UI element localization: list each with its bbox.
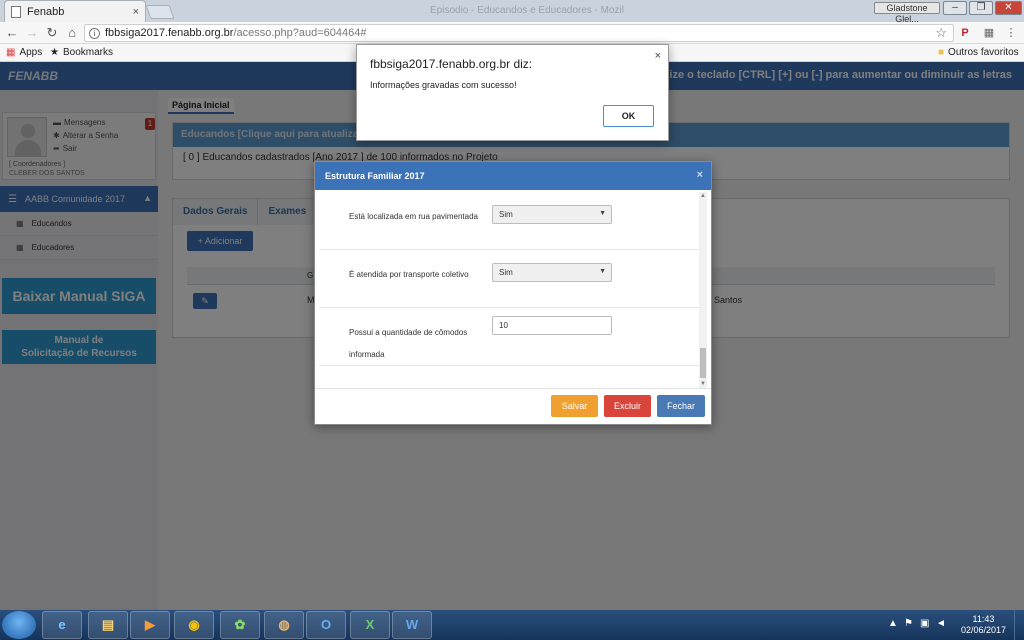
close-window-button[interactable]: ✕ [995,1,1022,15]
modal-title: Estrutura Familiar 2017 [325,171,425,181]
modal-footer: Salvar Excluir Fechar [315,388,711,424]
app-icon[interactable]: ◍ [264,611,304,639]
browser-tabstrip: Fenabb × Episodio - Educandos e Educador… [0,0,1024,24]
field-label: Possui a quantidade de cômodos informada [349,328,468,359]
address-bar: ← → ↻ ⌂ i fbbsiga2017.fenabb.org.br/aces… [0,22,1024,44]
scroll-down-icon[interactable]: ▼ [700,381,706,387]
home-icon[interactable]: ⌂ [64,25,80,40]
picasa-icon[interactable]: ✿ [220,611,260,639]
select-value: Sim [499,268,513,277]
tab-close-icon[interactable]: × [133,6,139,18]
extension-icon[interactable]: ▦ [982,26,996,40]
ie-icon[interactable]: e [42,611,82,639]
profile-chip[interactable]: Gladstone Glel... [874,2,940,24]
minimize-button[interactable]: – [943,1,967,15]
volume-icon[interactable]: ◄ [936,618,946,629]
window-title: Episodio - Educandos e Educadores - Mozi… [430,5,624,16]
reload-icon[interactable]: ↻ [44,25,60,41]
network-icon[interactable]: ▣ [920,618,929,629]
page-icon [11,5,21,18]
other-bookmarks-label: Outros favoritos [948,47,1019,58]
other-bookmarks[interactable]: ■ Outros favoritos [938,47,1019,58]
flag-icon[interactable]: ⚑ [904,618,913,629]
maximize-button[interactable]: ❐ [969,1,993,15]
form-row: Possui a quantidade de cômodos informada… [319,308,701,366]
clock-time: 11:43 [972,614,995,624]
url-input[interactable]: i fbbsiga2017.fenabb.org.br/acesso.php?a… [84,24,954,42]
delete-button[interactable]: Excluir [604,395,651,417]
media-player-icon[interactable]: ▶ [130,611,170,639]
public-transport-select[interactable]: Sim ▼ [492,263,612,282]
modal-header: Estrutura Familiar 2017 × [315,162,711,190]
system-tray: ▲ ⚑ ▣ ◄ 11:43 02/06/2017 [884,610,1024,640]
bookmark-star-icon[interactable]: ☆ [935,25,953,41]
save-button[interactable]: Salvar [551,395,598,417]
caret-down-icon: ▼ [599,210,606,217]
field-label: Está localizada em rua pavimentada [349,212,478,221]
field-label: É atendida por transporte coletivo [349,270,469,279]
url-path: /acesso.php?aud=604464# [233,27,367,39]
back-icon[interactable]: ← [4,25,20,40]
star-icon: ★ [50,47,59,58]
chrome-icon[interactable]: ◉ [174,611,214,639]
start-button[interactable] [2,611,36,639]
explorer-icon[interactable]: ▤ [88,611,128,639]
info-icon[interactable]: i [89,27,100,39]
windows-taskbar: e ▤ ▶ ◉ ✿ ◍ O X W ▲ ⚑ ▣ ◄ 11:43 02/06/20… [0,610,1024,640]
alert-message: Informações gravadas com sucesso! [370,80,517,90]
bookmarks-label: Bookmarks [62,47,113,58]
modal-scrollbar[interactable]: ▲ ▼ [699,192,707,388]
excel-icon[interactable]: X [350,611,390,639]
clock-date: 02/06/2017 [960,625,1006,635]
select-value: Sim [499,210,513,219]
modal-body: Está localizada em rua pavimentada Sim ▼ … [319,192,701,388]
forward-icon[interactable]: → [24,25,40,40]
form-row: É atendida por transporte coletivo Sim ▼ [319,250,701,308]
scroll-thumb[interactable] [700,348,706,378]
apps-shortcut[interactable]: ▦ Apps [6,47,42,58]
alert-close-icon[interactable]: × [655,50,661,62]
menu-icon[interactable]: ⋮ [1004,26,1018,40]
rooms-count-input[interactable]: 10 [492,316,612,335]
tab-title: Fenabb [27,5,65,18]
paved-street-select[interactable]: Sim ▼ [492,205,612,224]
browser-alert-dialog: fbbsiga2017.fenabb.org.br diz: × Informa… [356,44,669,141]
browser-tab[interactable]: Fenabb × [4,0,146,22]
clock[interactable]: 11:43 02/06/2017 [961,614,1006,636]
close-icon[interactable]: × [697,169,703,181]
word-icon[interactable]: W [392,611,432,639]
tray-arrow-icon[interactable]: ▲ [888,618,898,629]
folder-icon: ■ [938,47,945,58]
alert-title: fbbsiga2017.fenabb.org.br diz: [370,57,533,71]
caret-down-icon: ▼ [599,268,606,275]
pinterest-icon[interactable]: P [958,26,972,40]
close-button[interactable]: Fechar [657,395,705,417]
new-tab-button[interactable] [145,5,175,19]
form-row: Está localizada em rua pavimentada Sim ▼ [319,192,701,250]
outlook-icon[interactable]: O [306,611,346,639]
ok-button[interactable]: OK [603,105,654,127]
bookmarks-shortcut[interactable]: ★ Bookmarks [50,47,113,58]
family-structure-modal: Estrutura Familiar 2017 × Está localizad… [314,161,712,425]
apps-grid-icon: ▦ [6,47,16,58]
show-desktop-button[interactable] [1014,610,1024,640]
url-host: fbbsiga2017.fenabb.org.br [105,27,234,39]
scroll-up-icon[interactable]: ▲ [700,193,706,199]
apps-label: Apps [19,47,43,58]
